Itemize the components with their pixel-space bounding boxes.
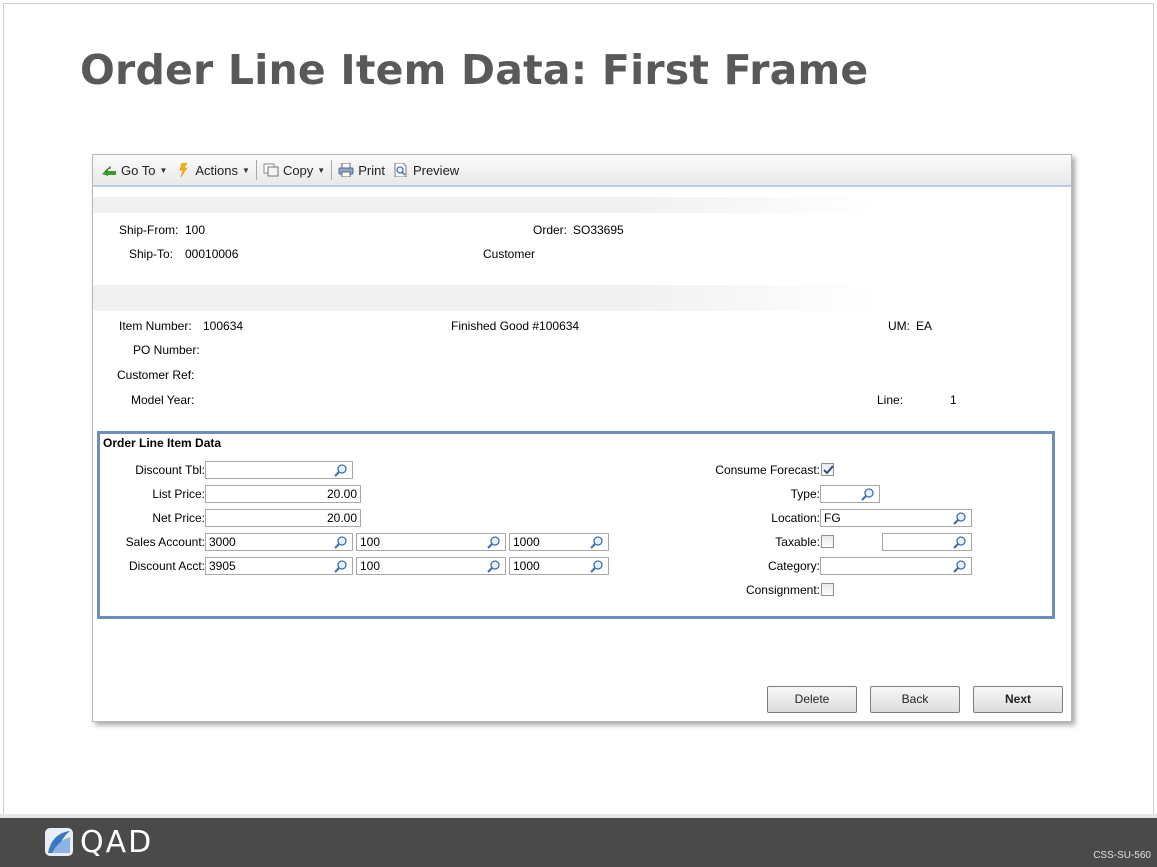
consume-forecast-checkbox[interactable] xyxy=(821,463,834,476)
actions-label: Actions xyxy=(195,162,239,178)
customer-label: Customer xyxy=(483,247,536,261)
lookup-icon[interactable] xyxy=(487,535,501,549)
copy-button[interactable]: Copy ▼ xyxy=(259,159,329,181)
list-price-field[interactable]: 20.00 xyxy=(205,485,361,503)
discount-acct-value: 3905 xyxy=(209,559,236,573)
slide-code: CSS-SU-560 xyxy=(1093,850,1151,861)
back-button[interactable]: Back xyxy=(870,686,960,713)
qad-logo: QAD xyxy=(44,824,184,860)
discount-acct-label: Discount Acct: xyxy=(128,559,205,573)
taxable-checkbox[interactable] xyxy=(821,535,834,548)
line-label: Line: xyxy=(877,393,904,407)
location-value: FG xyxy=(824,511,841,525)
lookup-icon[interactable] xyxy=(953,559,967,573)
line-value: 1 xyxy=(950,393,957,407)
type-label: Type: xyxy=(790,487,820,501)
item-band xyxy=(93,285,1071,311)
net-price-label: Net Price: xyxy=(152,511,205,525)
preview-icon xyxy=(394,163,407,177)
lookup-icon[interactable] xyxy=(953,511,967,525)
sales-account-value: 3000 xyxy=(209,535,236,549)
tax-code-field[interactable] xyxy=(882,533,972,551)
discount-sub-account-field[interactable]: 100 xyxy=(356,557,506,575)
item-number-label: Item Number: xyxy=(119,319,192,333)
customer-ref-label: Customer Ref: xyxy=(117,368,195,382)
item-number-value: 100634 xyxy=(203,319,244,333)
chevron-down-icon: ▼ xyxy=(242,165,250,175)
discount-tbl-label: Discount Tbl: xyxy=(135,463,205,477)
consume-forecast-label: Consume Forecast: xyxy=(715,463,820,477)
chevron-down-icon: ▼ xyxy=(317,165,326,175)
toolbar: Go To ▼ Actions ▼ Copy ▼ Print Preview xyxy=(93,155,1071,187)
qad-logo-text: QAD xyxy=(80,824,154,860)
lookup-icon[interactable] xyxy=(334,463,348,477)
discount-cc-value: 1000 xyxy=(513,559,540,573)
goto-button[interactable]: Go To ▼ xyxy=(97,159,171,181)
consignment-label: Consignment: xyxy=(745,583,820,597)
sales-account-field[interactable]: 3000 xyxy=(205,533,353,551)
goto-label: Go To xyxy=(121,162,156,178)
lightning-icon xyxy=(180,163,188,177)
sales-sub-value: 100 xyxy=(360,535,381,549)
order-label: Order: xyxy=(533,223,568,237)
lookup-icon[interactable] xyxy=(953,535,967,549)
lookup-icon[interactable] xyxy=(861,487,875,501)
actions-button[interactable]: Actions ▼ xyxy=(171,159,254,181)
location-label: Location: xyxy=(771,511,820,525)
lookup-icon[interactable] xyxy=(590,535,604,549)
delete-button[interactable]: Delete xyxy=(767,686,857,713)
app-window: Go To ▼ Actions ▼ Copy ▼ Print Preview S… xyxy=(92,154,1072,722)
order-value: SO33695 xyxy=(573,223,624,237)
group-title: Order Line Item Data xyxy=(103,436,222,450)
category-field[interactable] xyxy=(820,557,972,575)
lookup-icon[interactable] xyxy=(334,535,348,549)
list-price-label: List Price: xyxy=(152,487,205,501)
print-button[interactable]: Print xyxy=(334,159,389,181)
model-year-label: Model Year: xyxy=(131,393,195,407)
printer-icon xyxy=(338,163,354,177)
po-number-label: PO Number: xyxy=(133,343,200,357)
lookup-icon[interactable] xyxy=(334,559,348,573)
qad-logo-icon xyxy=(45,828,73,856)
order-line-item-group: Order Line Item Data Discount Tbl: List … xyxy=(97,431,1055,619)
ship-from-value: 100 xyxy=(185,223,206,237)
taxable-label: Taxable: xyxy=(775,535,820,549)
lookup-icon[interactable] xyxy=(487,559,501,573)
chevron-down-icon: ▼ xyxy=(159,165,168,175)
sales-sub-account-field[interactable]: 100 xyxy=(356,533,506,551)
preview-label: Preview xyxy=(412,162,460,178)
um-label: UM: xyxy=(888,319,910,333)
discount-cost-center-field[interactable]: 1000 xyxy=(509,557,609,575)
discount-acct-field[interactable]: 3905 xyxy=(205,557,353,575)
ship-to-label: Ship-To: xyxy=(129,247,174,261)
type-field[interactable] xyxy=(820,485,880,503)
sales-cost-center-field[interactable]: 1000 xyxy=(509,533,609,551)
location-field[interactable]: FG xyxy=(820,509,972,527)
copy-icon xyxy=(263,163,279,177)
net-price-field[interactable]: 20.00 xyxy=(205,509,361,527)
slide-title: Order Line Item Data: First Frame xyxy=(80,46,869,94)
ship-to-value: 00010006 xyxy=(185,247,239,261)
preview-button[interactable]: Preview xyxy=(389,159,463,181)
goto-arrow-icon xyxy=(102,165,116,176)
lookup-icon[interactable] xyxy=(590,559,604,573)
ship-from-label: Ship-From: xyxy=(119,223,179,237)
print-label: Print xyxy=(358,162,385,178)
header-band xyxy=(93,197,1071,213)
sales-cc-value: 1000 xyxy=(513,535,540,549)
next-button[interactable]: Next xyxy=(973,686,1063,713)
consignment-checkbox[interactable] xyxy=(821,583,834,596)
checkmark-icon xyxy=(823,465,834,475)
category-label: Category: xyxy=(767,559,820,573)
discount-sub-value: 100 xyxy=(360,559,381,573)
um-value: EA xyxy=(916,319,933,333)
copy-label: Copy xyxy=(282,162,314,178)
discount-tbl-field[interactable] xyxy=(205,461,353,479)
toolbar-separator xyxy=(331,160,333,180)
sales-account-label: Sales Account: xyxy=(125,535,205,549)
toolbar-separator xyxy=(255,160,257,180)
item-description: Finished Good #100634 xyxy=(451,319,580,333)
